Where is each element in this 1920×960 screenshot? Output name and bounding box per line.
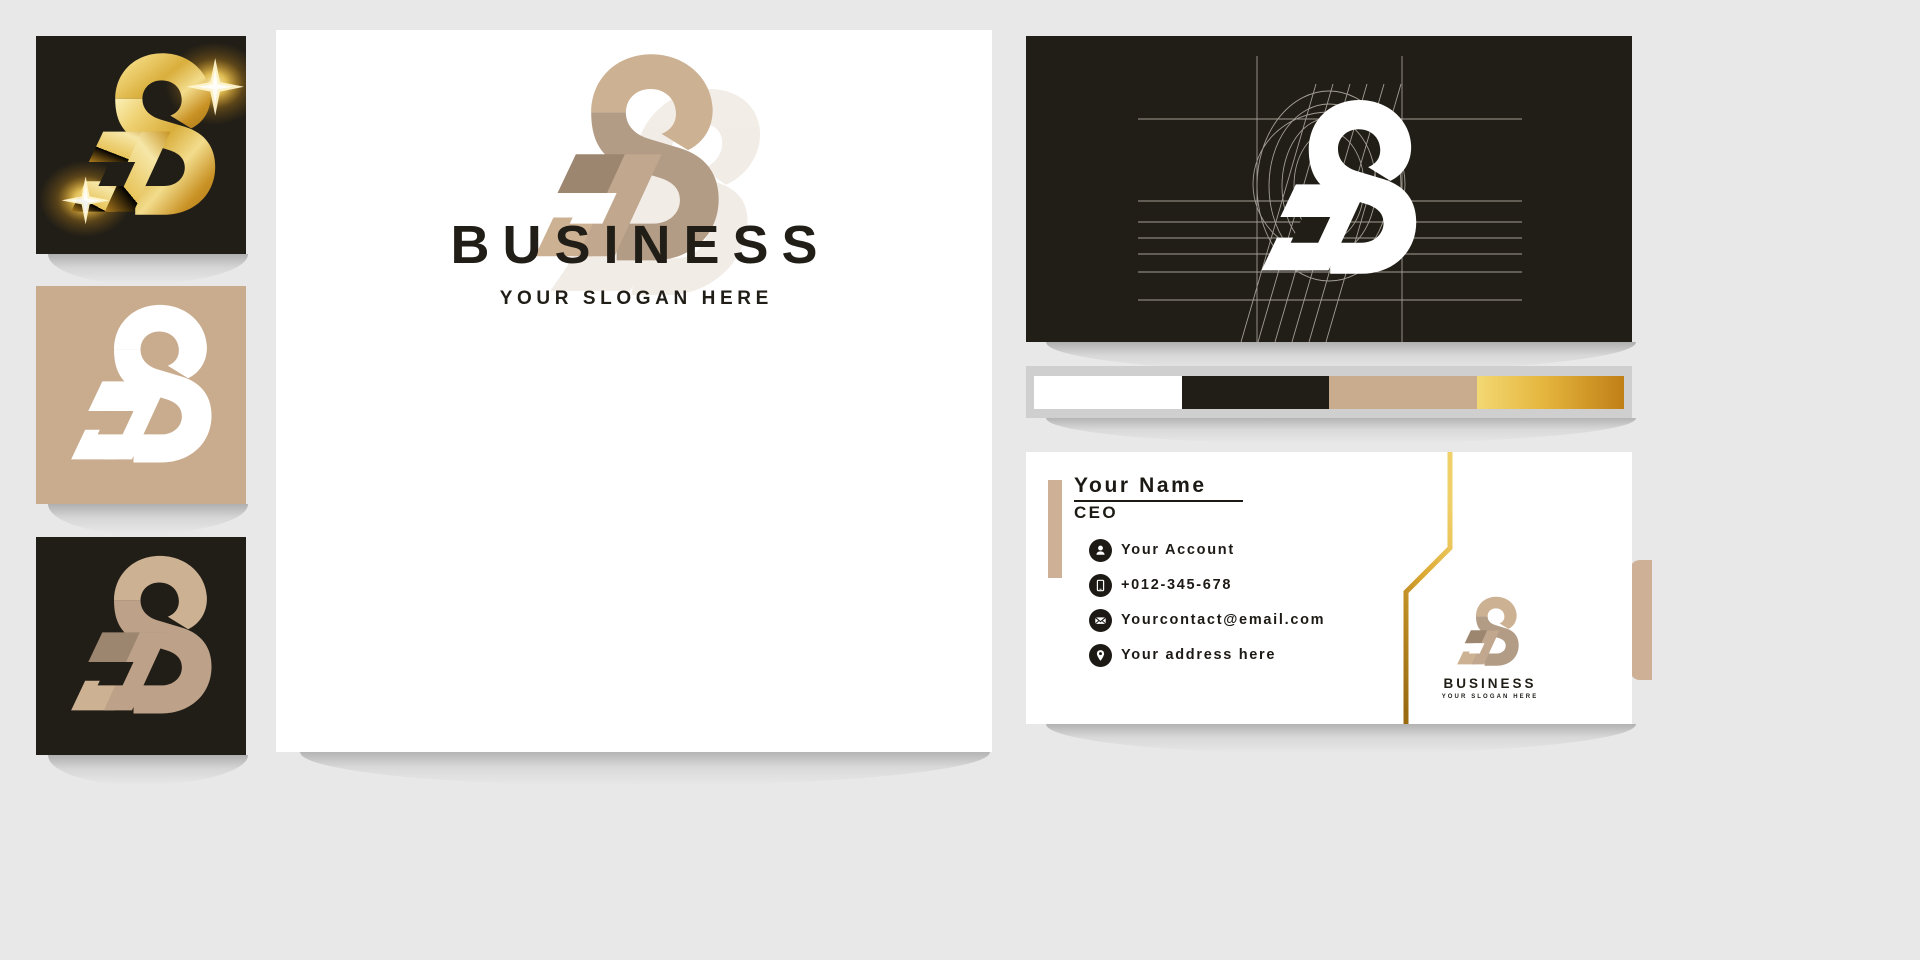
swatch-gold[interactable]	[1476, 375, 1624, 409]
main-brand-slogan: YOUR SLOGAN HERE	[499, 288, 773, 309]
main-logo-lockup: BUSINESS YOUR SLOGAN HERE	[276, 208, 992, 310]
contact-name: Your Name	[1074, 474, 1243, 502]
contact-row-account[interactable]: Your Account	[1089, 538, 1325, 562]
logo-card-shadow	[48, 254, 248, 284]
light-card-shadow	[1046, 724, 1636, 754]
accent-bar	[1048, 480, 1062, 578]
user-icon	[1089, 538, 1112, 562]
contact-row-address[interactable]: Your address here	[1089, 643, 1325, 667]
light-business-card[interactable]: Your Name CEO Your Account +012-345-678 …	[1026, 452, 1632, 724]
contact-phone-text: +012-345-678	[1121, 577, 1233, 593]
main-artboard-shadow	[300, 752, 990, 786]
palette-shadow	[1046, 418, 1636, 444]
envelope-icon	[1089, 608, 1112, 632]
contact-list: Your Account +012-345-678 Yourcontact@em…	[1089, 538, 1325, 678]
contact-row-email[interactable]: Yourcontact@email.com	[1089, 608, 1325, 632]
mini-brand-name: BUSINESS	[1443, 676, 1537, 691]
jps-monogram-white	[71, 304, 212, 463]
logo-card-shadow	[48, 504, 248, 534]
main-brand-name: BUSINESS	[450, 215, 831, 275]
logo-variant-tan-on-dark[interactable]	[36, 537, 246, 755]
contact-account-text: Your Account	[1121, 542, 1235, 558]
jps-monogram-white-on-dark	[1261, 100, 1417, 274]
logo-card-shadow	[48, 755, 248, 785]
main-artboard[interactable]: BUSINESS YOUR SLOGAN HERE	[276, 30, 992, 752]
logo-variant-white-on-tan[interactable]	[36, 286, 246, 504]
mini-logo-lockup: BUSINESS YOUR SLOGAN HERE	[1430, 592, 1550, 700]
business-card-tab	[1630, 560, 1652, 680]
swatch-black[interactable]	[1181, 375, 1329, 409]
dark-business-card[interactable]	[1026, 36, 1632, 342]
jps-monogram-tan	[71, 555, 212, 714]
location-icon	[1089, 643, 1112, 667]
color-palette-bar[interactable]	[1026, 366, 1632, 418]
contact-email-text: Yourcontact@email.com	[1121, 612, 1326, 628]
contact-row-phone[interactable]: +012-345-678	[1089, 573, 1325, 597]
logo-variant-gold-on-dark[interactable]	[36, 36, 264, 254]
phone-icon	[1089, 573, 1112, 597]
contact-role: CEO	[1074, 503, 1119, 522]
mini-brand-slogan: YOUR SLOGAN HERE	[1441, 694, 1539, 700]
mockup-canvas: BUSINESS YOUR SLOGAN HERE Your Name CEO …	[0, 0, 1920, 960]
swatch-white[interactable]	[1034, 375, 1182, 409]
swatch-tan[interactable]	[1329, 375, 1477, 409]
jps-monogram-mini	[1457, 596, 1519, 666]
contact-address-text: Your address here	[1121, 647, 1277, 663]
